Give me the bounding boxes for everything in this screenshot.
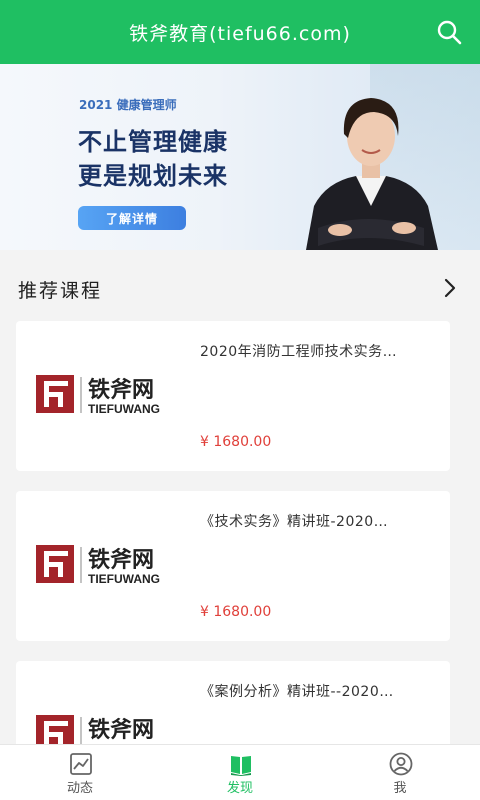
tab-label: 动态: [66, 781, 93, 796]
promo-banner[interactable]: 2021 健康管理师 不止管理健康 更是规划未来 了解详情: [0, 64, 480, 250]
course-price: ¥ 1680.00: [200, 434, 272, 450]
tab-label: 发现: [226, 781, 253, 796]
app-title: 铁斧教育(tiefu66.com): [129, 22, 351, 45]
course-title: 《案例分析》精讲班--2020…: [200, 684, 394, 700]
presenter-photo: [306, 98, 438, 250]
tab-me[interactable]: 我: [320, 745, 480, 800]
app-header: 铁斧教育(tiefu66.com): [0, 0, 480, 64]
chevron-right-icon[interactable]: [442, 276, 458, 300]
brand-name-cn: 铁斧网: [88, 547, 154, 573]
banner-headline-2: 更是规划未来: [78, 162, 228, 190]
tab-dynamics[interactable]: 动态: [0, 745, 160, 800]
course-card[interactable]: 铁斧网 TIEFUWANG 2020年消防工程师技术实务… ¥ 1680.00: [16, 321, 450, 471]
tab-label: 我: [393, 781, 407, 796]
chart-icon: [70, 753, 92, 775]
search-icon[interactable]: [436, 19, 462, 45]
banner-headline-1: 不止管理健康: [78, 128, 228, 156]
section-title: 推荐课程: [18, 280, 103, 302]
banner-tag: 2021 健康管理师: [79, 98, 177, 112]
tab-discover[interactable]: 发现: [160, 745, 320, 800]
recommended-section-header[interactable]: 推荐课程: [0, 268, 480, 308]
course-card[interactable]: 铁斧网 TIEFUWANG 《技术实务》精讲班-2020… ¥ 1680.00: [16, 491, 450, 641]
course-title: 2020年消防工程师技术实务…: [200, 344, 398, 360]
brand-name-en: TIEFUWANG: [88, 572, 160, 586]
bottom-tab-bar: 动态 发现 我: [0, 744, 480, 800]
brand-name-cn: 铁斧网: [88, 377, 154, 403]
book-icon: [231, 756, 251, 776]
tiefuwang-logo: 铁斧网 TIEFUWANG: [36, 545, 160, 586]
tiefuwang-logo: 铁斧网 TIEFUWANG: [36, 375, 160, 416]
course-title: 《技术实务》精讲班-2020…: [200, 514, 389, 530]
brand-name-en: TIEFUWANG: [88, 402, 160, 416]
banner-learn-more-button[interactable]: 了解详情: [78, 206, 186, 230]
brand-name-cn: 铁斧网: [88, 717, 154, 743]
user-icon: [389, 752, 413, 776]
course-price: ¥ 1680.00: [200, 604, 272, 620]
